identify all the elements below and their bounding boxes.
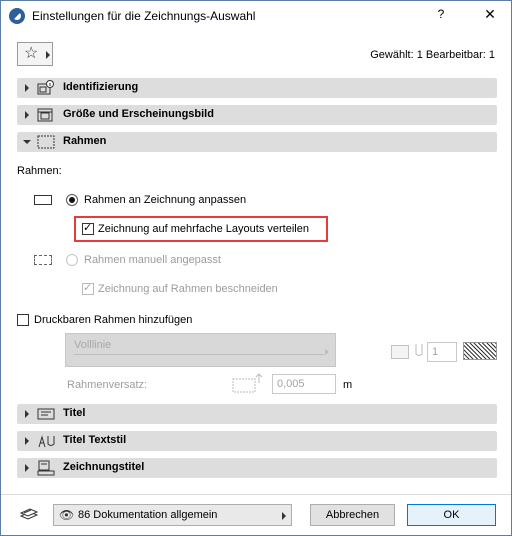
title-icon bbox=[37, 408, 55, 420]
close-button[interactable]: ✕ bbox=[480, 6, 500, 26]
checkbox-crop-to-frame[interactable]: ✓ bbox=[82, 282, 94, 295]
radio-manual-frame[interactable] bbox=[66, 254, 78, 266]
checkmark-icon: ✓ bbox=[83, 222, 93, 234]
eye-icon: 👁 bbox=[59, 508, 75, 522]
title-bar: Einstellungen für die Zeichnungs-Auswahl… bbox=[1, 1, 511, 31]
layer-select[interactable]: 👁 86 Dokumentation allgemein bbox=[53, 504, 292, 526]
line-type-value: Volllinie bbox=[74, 339, 112, 351]
expand-arrow-icon bbox=[25, 410, 29, 418]
panel-rahmen[interactable]: Rahmen bbox=[17, 132, 497, 152]
pen-picker-icon[interactable] bbox=[391, 345, 409, 359]
expand-arrow-icon bbox=[25, 111, 29, 119]
checkbox-distribute-layouts[interactable]: ✓ bbox=[82, 222, 94, 235]
offset-icon bbox=[232, 373, 263, 393]
dialog-title: Einstellungen für die Zeichnungs-Auswahl bbox=[32, 9, 256, 23]
radio-fit-frame[interactable] bbox=[66, 194, 78, 206]
pen-icon bbox=[415, 344, 423, 356]
cancel-button[interactable]: Abbrechen bbox=[310, 504, 395, 526]
footer-divider bbox=[1, 494, 511, 495]
text-style-icon bbox=[38, 435, 55, 448]
layers-icon bbox=[19, 508, 39, 520]
checkmark-icon: ✓ bbox=[83, 282, 93, 294]
arrow-right-icon bbox=[325, 349, 329, 355]
selection-info: Gewählt: 1 Bearbeitbar: 1 bbox=[370, 49, 495, 61]
panel-label: Größe und Erscheinungsbild bbox=[63, 108, 214, 120]
drawing-title-icon bbox=[37, 460, 55, 476]
layer-name: 86 Dokumentation allgemein bbox=[78, 509, 218, 521]
panel-label: Zeichnungstitel bbox=[63, 461, 145, 473]
frame-dashed-icon bbox=[34, 255, 52, 265]
panel-label: Identifizierung bbox=[63, 81, 139, 93]
expand-arrow-icon bbox=[25, 464, 29, 472]
checkbox-distribute-layouts-label: Zeichnung auf mehrfache Layouts verteile… bbox=[98, 223, 309, 235]
radio-manual-frame-label: Rahmen manuell angepasst bbox=[84, 254, 221, 266]
panel-groesse[interactable]: Größe und Erscheinungsbild bbox=[17, 105, 497, 125]
panel-label: Titel bbox=[63, 407, 86, 419]
line-preview bbox=[74, 354, 324, 355]
ok-button[interactable]: OK bbox=[407, 504, 496, 526]
star-icon: ☆ bbox=[24, 45, 39, 62]
pen-number-field[interactable]: 1 bbox=[427, 342, 457, 362]
frame-icon bbox=[37, 135, 55, 149]
expand-arrow-icon bbox=[25, 84, 29, 92]
checkbox-crop-to-frame-label: Zeichnung auf Rahmen beschneiden bbox=[98, 283, 278, 295]
offset-label: Rahmenversatz: bbox=[67, 379, 148, 391]
help-button[interactable]: ? bbox=[431, 7, 451, 25]
panel-zeichnungstitel[interactable]: Zeichnungstitel bbox=[17, 458, 497, 478]
expand-arrow-icon bbox=[25, 437, 29, 445]
checkbox-printable-frame[interactable] bbox=[17, 314, 29, 326]
settings-dialog: Einstellungen für die Zeichnungs-Auswahl… bbox=[0, 0, 512, 536]
panel-label: Titel Textstil bbox=[63, 434, 127, 446]
frame-solid-icon bbox=[34, 195, 52, 205]
fill-pattern-swatch[interactable] bbox=[463, 342, 497, 360]
line-type-select[interactable]: Volllinie bbox=[65, 333, 336, 367]
panel-titel[interactable]: Titel bbox=[17, 404, 497, 424]
panel-label: Rahmen bbox=[63, 135, 107, 147]
size-icon bbox=[37, 108, 53, 122]
offset-unit: m bbox=[343, 379, 353, 391]
radio-fit-frame-label: Rahmen an Zeichnung anpassen bbox=[84, 194, 247, 206]
info-icon bbox=[37, 80, 54, 95]
arrow-right-icon bbox=[282, 512, 286, 520]
rahmen-section-label: Rahmen: bbox=[17, 165, 62, 177]
arrow-right-icon bbox=[46, 51, 50, 59]
collapse-arrow-icon bbox=[23, 140, 31, 144]
panel-identifizierung[interactable]: Identifizierung bbox=[17, 78, 497, 98]
panel-titel-textstil[interactable]: Titel Textstil bbox=[17, 431, 497, 451]
favorites-button[interactable]: ☆ bbox=[17, 42, 53, 66]
checkbox-printable-frame-label: Druckbaren Rahmen hinzufügen bbox=[34, 314, 193, 326]
archicad-app-icon bbox=[9, 8, 25, 24]
offset-value-field[interactable]: 0,005 bbox=[272, 374, 336, 394]
